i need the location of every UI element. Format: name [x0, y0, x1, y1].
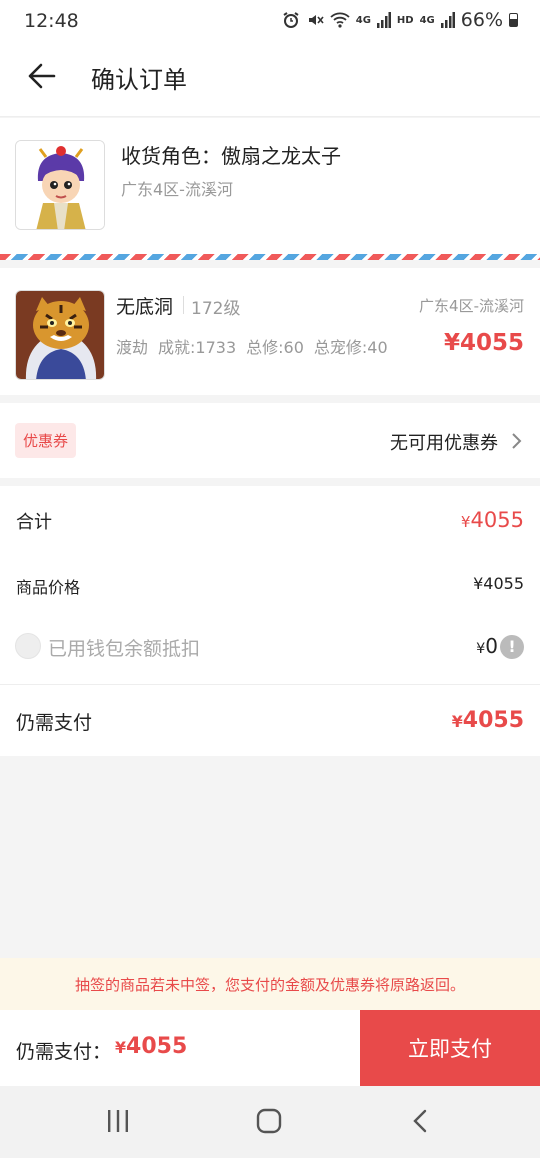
refund-notice-text: 抽签的商品若未中签，您支付的金额及优惠券将原路返回。 [74, 976, 465, 994]
pay-label: 仍需支付： [16, 1041, 112, 1063]
recent-apps-icon[interactable] [106, 1110, 130, 1132]
home-icon[interactable] [256, 1108, 282, 1134]
pay-amount: ¥4055 [115, 1034, 187, 1059]
pay-now-button[interactable]: 立即支付 [360, 1010, 540, 1086]
info-icon[interactable]: ! [500, 635, 524, 659]
product-server: 广东4区-流溪河 [419, 297, 524, 315]
currency-symbol: ¥ [460, 513, 471, 531]
amount-due-label: 仍需支付 [16, 712, 93, 734]
app-bar: 确认订单 [0, 42, 540, 117]
pay-amount-value: 4055 [126, 1034, 188, 1059]
battery-icon [509, 13, 518, 27]
wallet-checkbox[interactable] [15, 633, 41, 659]
signal-icon [376, 12, 391, 28]
refund-notice: 抽签的商品若未中签，您支付的金额及优惠券将原路返回。 [0, 958, 540, 1010]
coupon-tag: 优惠券 [15, 423, 77, 458]
stat-item: 总修:60 [246, 338, 304, 357]
wallet-amount: 0 [485, 634, 498, 658]
coupon-value: 无可用优惠券 [390, 433, 498, 454]
alarm-icon [283, 12, 299, 28]
product-stats: 渡劫 成就:1733 总修:60 总宠修:40 [116, 334, 388, 358]
signal-icon-2 [440, 12, 455, 28]
address-stripe-divider [0, 254, 540, 260]
network-type-label-2: 4G [419, 14, 435, 26]
product-name: 无底洞 [116, 296, 174, 318]
mute-icon [308, 15, 324, 25]
amount-due-amount: 4055 [462, 708, 524, 733]
divider [0, 684, 540, 685]
product-image [15, 290, 105, 380]
receiver-name: 收货角色：傲扇之龙太子 [121, 144, 341, 168]
character-avatar-image [16, 141, 104, 229]
back-button[interactable] [22, 56, 62, 96]
total-amount: 4055 [470, 508, 524, 532]
receiver-server: 广东4区-流溪河 [121, 180, 233, 199]
wifi-icon [330, 12, 350, 28]
payment-summary: 合计 ¥4055 商品价格 ¥4055 已用钱包余额抵扣 ¥0 ! 仍需支付 ¥… [0, 486, 540, 756]
pay-bar: 仍需支付： ¥4055 立即支付 [0, 1010, 540, 1086]
coupon-row[interactable]: 优惠券 无可用优惠券 [0, 403, 540, 478]
currency-symbol: ¥ [451, 712, 463, 731]
network-type-label: 4G [355, 14, 371, 26]
tiger-character-image [16, 291, 104, 379]
nav-back-icon[interactable] [410, 1109, 430, 1133]
amount-due-value: ¥4055 [452, 708, 524, 733]
price-value: ¥4055 [473, 574, 524, 593]
total-label: 合计 [16, 512, 52, 533]
stat-item: 成就:1733 [158, 338, 237, 357]
currency-symbol: ¥ [115, 1038, 127, 1057]
page-title: 确认订单 [91, 66, 187, 94]
chevron-right-icon [512, 433, 522, 449]
status-icons: 4G HD 4G 66% [282, 9, 518, 31]
product-price: ¥4055 [443, 330, 524, 356]
receiver-avatar [15, 140, 105, 230]
hd-label: HD [396, 14, 414, 26]
stat-item: 渡劫 [116, 338, 149, 357]
status-bar: 12:48 4G HD 4G 66% [0, 0, 540, 42]
status-time: 12:48 [24, 10, 79, 32]
product-level: 172级 [191, 299, 241, 319]
wallet-label: 已用钱包余额抵扣 [48, 638, 201, 660]
wallet-value: ¥0 [476, 634, 498, 658]
separator [183, 296, 184, 314]
arrow-left-icon [28, 63, 56, 89]
receiver-card: 收货角色：傲扇之龙太子 广东4区-流溪河 [0, 118, 540, 254]
product-card[interactable]: 无底洞 172级 广东4区-流溪河 渡劫 成就:1733 总修:60 总宠修:4… [0, 268, 540, 395]
price-label: 商品价格 [16, 578, 81, 597]
currency-symbol: ¥ [476, 641, 486, 657]
battery-percent: 66% [460, 9, 503, 31]
system-nav-bar [0, 1086, 540, 1158]
total-value: ¥4055 [461, 508, 524, 532]
stat-item: 总宠修:40 [313, 338, 388, 357]
